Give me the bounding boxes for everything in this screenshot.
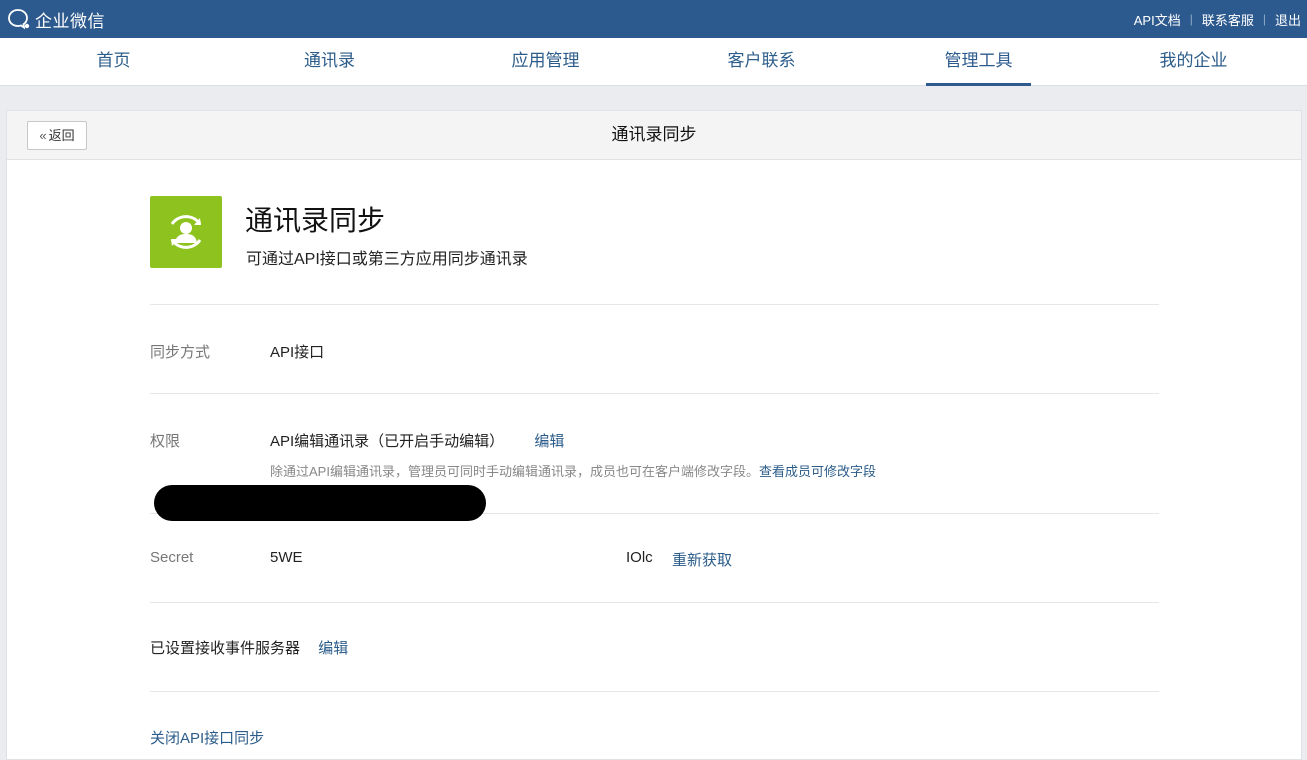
- api-docs-link[interactable]: API文档: [1134, 10, 1181, 29]
- contact-support-link[interactable]: 联系客服: [1202, 10, 1254, 29]
- content-panel: 通讯录同步 «返回 通讯录同步 可通过API接口或第三方应用同步通讯录 同步方式…: [6, 110, 1302, 760]
- nav-management-tools[interactable]: 管理工具: [926, 38, 1031, 86]
- panel-title: 通讯录同步: [611, 125, 697, 144]
- view-editable-fields-link[interactable]: 查看成员可修改字段: [759, 464, 876, 479]
- divider: [150, 602, 1159, 603]
- panel-header: 通讯录同步 «返回: [7, 111, 1301, 160]
- nav-my-company[interactable]: 我的企业: [1141, 38, 1246, 86]
- app-name: 通讯录同步: [245, 205, 386, 236]
- sync-method-label: 同步方式: [150, 344, 211, 361]
- app-description: 可通过API接口或第三方应用同步通讯录: [246, 251, 528, 268]
- secret-value-prefix: 5WE: [270, 549, 303, 566]
- permission-label: 权限: [150, 433, 181, 450]
- logout-link[interactable]: 退出: [1275, 10, 1301, 29]
- permission-hint: 除通过API编辑通讯录，管理员可同时手动编辑通讯录，成员也可在客户端修改字段。查…: [270, 461, 876, 480]
- back-label: 返回: [48, 128, 75, 143]
- separator: |: [1189, 12, 1193, 26]
- edit-permission-link[interactable]: 编辑: [534, 433, 564, 450]
- main-nav: 首页 通讯录 应用管理 客户联系 管理工具 我的企业: [0, 38, 1307, 86]
- close-api-sync-link[interactable]: 关闭API接口同步: [150, 727, 264, 748]
- back-button[interactable]: «返回: [27, 121, 87, 150]
- double-chevron-left-icon: «: [39, 128, 47, 143]
- logo-text: 企业微信: [35, 11, 105, 31]
- secret-label: Secret: [150, 549, 194, 566]
- nav-home[interactable]: 首页: [61, 38, 166, 86]
- regenerate-secret-link[interactable]: 重新获取: [672, 549, 732, 570]
- secret-value-suffix: IOlc: [626, 549, 653, 566]
- top-bar: 企业微信 API文档 | 联系客服 | 退出: [0, 0, 1307, 38]
- person-sync-icon: [170, 215, 202, 249]
- permission-value: API编辑通讯录（已开启手动编辑） 编辑: [270, 430, 564, 451]
- nav-customer-contact[interactable]: 客户联系: [709, 38, 814, 86]
- sync-method-value: API接口: [270, 344, 325, 361]
- wecom-logo-icon: [8, 9, 30, 30]
- separator: |: [1262, 12, 1266, 26]
- permission-hint-text: 除通过API编辑通讯录，管理员可同时手动编辑通讯录，成员也可在客户端修改字段。: [270, 464, 759, 479]
- nav-app-management[interactable]: 应用管理: [493, 38, 598, 86]
- logo[interactable]: 企业微信: [7, 7, 105, 31]
- divider: [150, 691, 1159, 692]
- contacts-sync-icon: [150, 196, 222, 268]
- divider: [150, 304, 1159, 305]
- divider: [150, 393, 1159, 394]
- edit-event-server-link[interactable]: 编辑: [318, 640, 348, 657]
- nav-contacts[interactable]: 通讯录: [277, 38, 382, 86]
- event-server-label: 已设置接收事件服务器: [150, 640, 301, 657]
- event-server-row: 已设置接收事件服务器 编辑: [150, 637, 348, 658]
- top-links: API文档 | 联系客服 | 退出: [1134, 0, 1307, 38]
- redaction-mask: [154, 485, 486, 521]
- permission-text: API编辑通讯录（已开启手动编辑）: [270, 433, 505, 450]
